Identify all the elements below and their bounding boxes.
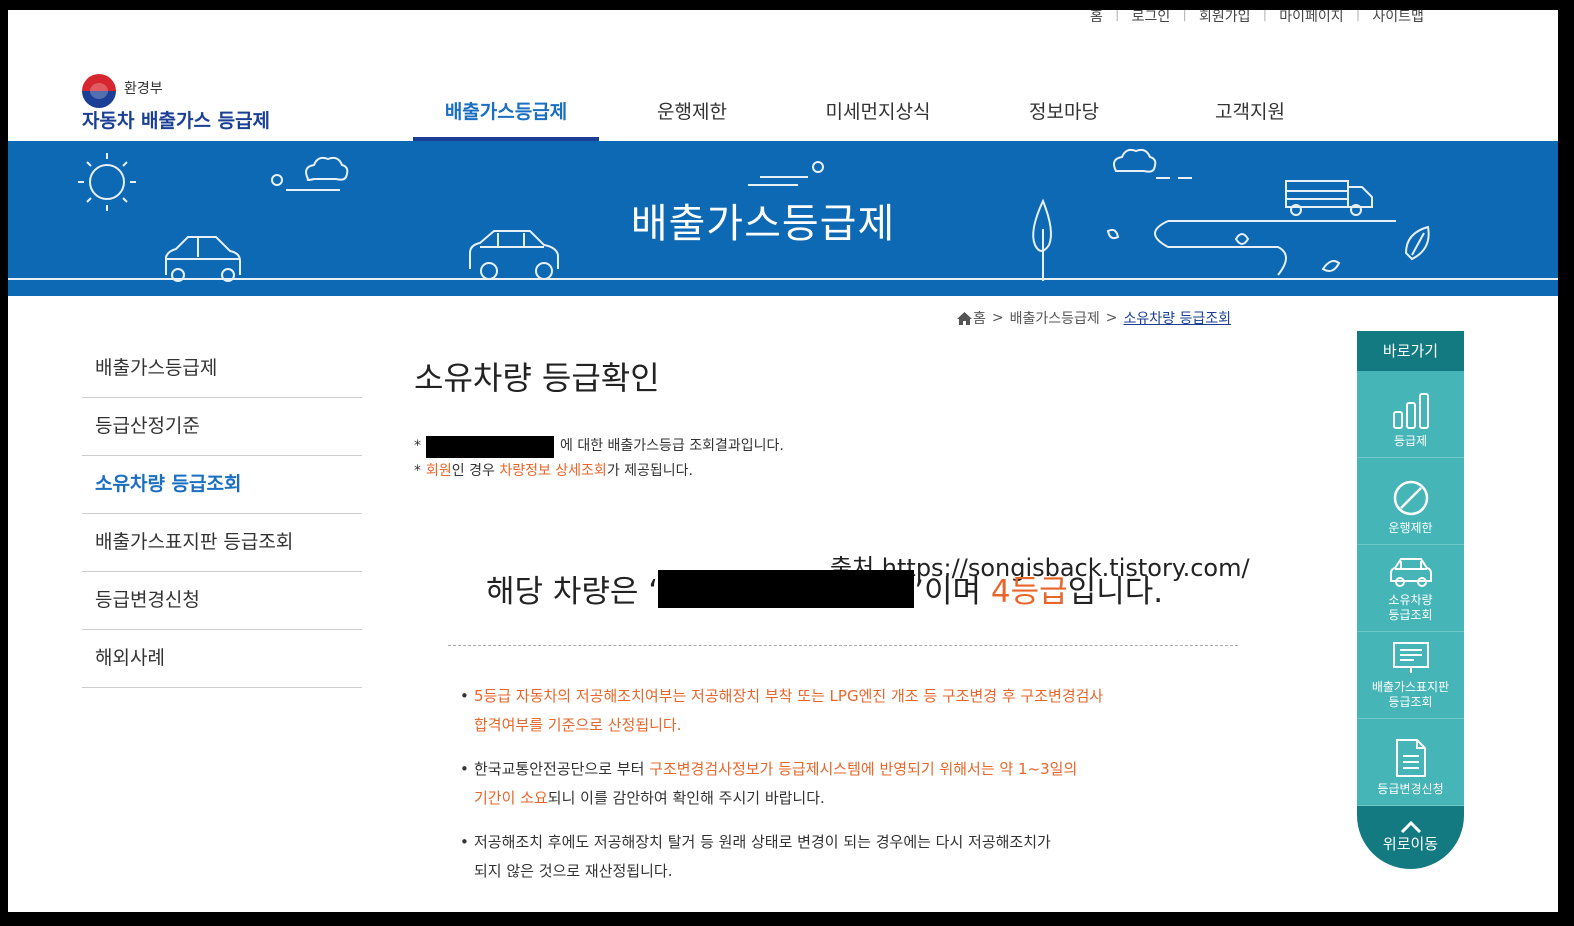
quick-restriction[interactable]: 운행제한 <box>1357 458 1464 545</box>
quick-grade-change[interactable]: 등급변경신청 <box>1357 719 1464 806</box>
list-item: 5등급 자동차의 저공해조치여부는 저공해장치 부착 또는 LPG엔진 개조 등… <box>460 682 1103 740</box>
gnb-driving-restriction[interactable]: 운행제한 <box>599 98 785 141</box>
divider <box>448 645 1238 646</box>
chevron-right-icon: > <box>1105 310 1118 326</box>
note1-text: 에 대한 배출가스등급 조회결과입니다. <box>560 438 784 454</box>
quick-menu: 바로가기 등급제 운행제한 소유차량 등급조회 배출가스표지판 등급조회 등급변… <box>1357 331 1464 869</box>
home-icon <box>957 311 972 325</box>
result-prefix: 해당 차량은 ‘ <box>486 574 659 610</box>
result-mid: ’이며 <box>914 574 991 610</box>
util-login-link[interactable]: 로그인 <box>1120 10 1183 26</box>
quick-owned-vehicle[interactable]: 소유차량 등급조회 <box>1357 545 1464 632</box>
result-sentence: 해당 차량은 ‘ ’이며 4등급 입니다. <box>486 566 1163 611</box>
page: 홈 | 로그인 | 회원가입 | 마이페이지 | 사이트맵 환경부 자동차 배출가스 등… <box>8 10 1558 912</box>
logo-service-name: 자동차 배출가스 등급제 <box>82 110 271 132</box>
asterisk: * <box>414 438 421 454</box>
banner-title: 배출가스등급제 <box>630 201 896 247</box>
gnb-fine-dust[interactable]: 미세먼지상식 <box>785 98 971 141</box>
util-home-link[interactable]: 홈 <box>1078 10 1115 26</box>
util-mypage-link[interactable]: 마이페이지 <box>1267 10 1355 26</box>
list-item: 한국교통안전공단으로 부터 구조변경검사정보가 등급제시스템에 반영되기 위해서… <box>460 755 1103 813</box>
chevron-right-icon: > <box>991 310 1004 326</box>
util-sitemap-link[interactable]: 사이트맵 <box>1360 10 1436 26</box>
redacted-vehicle-name <box>658 569 915 608</box>
page-title: 소유차량 등급확인 <box>414 359 660 397</box>
list-item: 저공해조치 후에도 저공해장치 탈거 등 원래 상태로 변경이 되는 경우에는 … <box>460 828 1103 886</box>
main-nav: 배출가스등급제 운행제한 미세먼지상식 정보마당 고객지원 <box>413 98 1343 141</box>
quick-sign-board[interactable]: 배출가스표지판 등급조회 <box>1357 632 1464 719</box>
gnb-support[interactable]: 고객지원 <box>1157 98 1343 141</box>
quick-menu-title: 바로가기 <box>1357 331 1464 371</box>
result-suffix: 입니다. <box>1067 574 1164 610</box>
gnb-emission-grade[interactable]: 배출가스등급제 <box>413 98 599 141</box>
side-menu-grade-criteria[interactable]: 등급산정기준 <box>82 398 362 456</box>
side-menu: 배출가스등급제 등급산정기준 소유차량 등급조회 배출가스표지판 등급조회 등급… <box>82 340 362 688</box>
note2-suffix: 가 제공됩니다. <box>606 463 693 479</box>
hero-banner: 배출가스등급제 <box>8 141 1558 296</box>
breadcrumb-home[interactable]: 홈 <box>973 308 986 328</box>
result-grade: 4등급 <box>990 574 1068 610</box>
quick-grade[interactable]: 등급제 <box>1357 371 1464 458</box>
utility-nav: 홈 | 로그인 | 회원가입 | 마이페이지 | 사이트맵 <box>1078 10 1436 26</box>
breadcrumb-current[interactable]: 소유차량 등급조회 <box>1124 308 1232 328</box>
side-menu-overseas[interactable]: 해외사례 <box>82 630 362 688</box>
sign-board-icon <box>1392 642 1429 673</box>
bar-chart-icon <box>1392 393 1429 429</box>
no-entry-icon <box>1393 480 1428 516</box>
side-menu-grade-change[interactable]: 등급변경신청 <box>82 572 362 630</box>
side-menu-emission-grade[interactable]: 배출가스등급제 <box>82 340 362 398</box>
note2-member-link[interactable]: 회원 <box>426 459 452 484</box>
side-menu-sign-board[interactable]: 배출가스표지판 등급조회 <box>82 514 362 572</box>
side-menu-owned-vehicle[interactable]: 소유차량 등급조회 <box>82 456 362 514</box>
util-signup-link[interactable]: 회원가입 <box>1187 10 1263 26</box>
document-icon <box>1395 739 1426 777</box>
taegeuk-emblem-icon <box>82 74 116 108</box>
info-bullets: 5등급 자동차의 저공해조치여부는 저공해장치 부착 또는 LPG엔진 개조 등… <box>460 682 1103 901</box>
breadcrumb: 홈 > 배출가스등급제 > 소유차량 등급조회 <box>956 308 1231 328</box>
redacted-plate-number <box>426 435 554 458</box>
scroll-top-button[interactable]: 위로이동 <box>1357 806 1464 869</box>
asterisk: * <box>414 463 421 479</box>
chevron-up-icon <box>1400 821 1421 833</box>
logo-ministry: 환경부 <box>124 81 163 97</box>
note2-mid: 인 경우 <box>451 463 500 479</box>
breadcrumb-level1[interactable]: 배출가스등급제 <box>1010 308 1100 328</box>
car-icon <box>1389 558 1432 587</box>
note2-detail-link[interactable]: 차량정보 상세조회 <box>499 459 607 484</box>
gnb-info[interactable]: 정보마당 <box>971 98 1157 141</box>
result-notes: * 에 대한 배출가스등급 조회결과입니다. * 회원 인 경우 차량정보 상세… <box>414 434 784 484</box>
